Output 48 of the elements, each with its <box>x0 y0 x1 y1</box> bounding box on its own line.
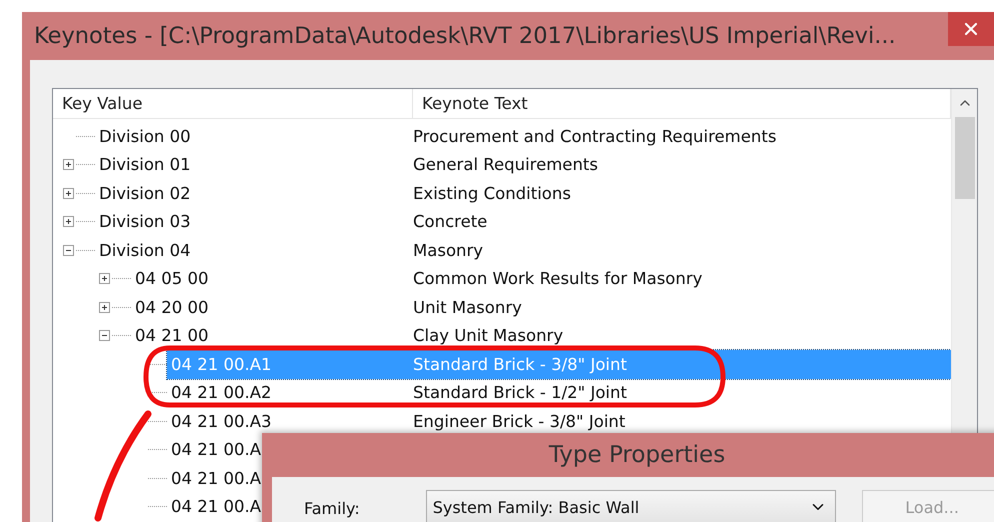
key-value: Division 01 <box>99 155 191 174</box>
expand-toggle[interactable] <box>63 159 74 170</box>
column-header[interactable]: Key Value <box>53 89 413 119</box>
expand-toggle[interactable] <box>63 188 74 199</box>
key-value: Division 02 <box>99 184 191 203</box>
keynote-text: Standard Brick - 3/8" Joint <box>413 354 627 374</box>
tree-row[interactable]: Division 01 General Requirements <box>95 150 951 179</box>
expand-toggle[interactable] <box>63 244 74 256</box>
keynote-text: Standard Brick - 1/2" Joint <box>413 383 627 402</box>
column-header[interactable]: Keynote Text <box>413 89 951 119</box>
dialog-title: Type Properties <box>548 441 726 470</box>
key-value: 04 21 00.A2 <box>171 383 272 402</box>
key-value: Division 00 <box>99 126 191 146</box>
expand-toggle[interactable] <box>99 273 110 284</box>
keynote-text: Clay Unit Masonry <box>413 326 564 346</box>
tree-row[interactable]: 04 20 00 Unit Masonry <box>131 293 951 322</box>
tree-row[interactable]: 04 21 00.A3 Engineer Brick - 3/8" Joint <box>167 407 951 436</box>
key-value: Division 04 <box>99 240 191 260</box>
tree-row[interactable]: Division 00 Procurement and Contracting Requirements <box>95 122 951 150</box>
expand-toggle[interactable] <box>99 302 110 313</box>
keynote-text: Unit Masonry <box>413 298 522 317</box>
tree-row[interactable]: 04 21 00 Clay Unit Masonry <box>131 322 951 350</box>
family-dropdown[interactable]: System Family: Basic Wall <box>426 490 836 522</box>
close-button[interactable] <box>948 12 994 46</box>
keynote-text: General Requirements <box>413 155 598 174</box>
keynote-text: Existing Conditions <box>413 184 571 203</box>
key-value: 04 05 00 <box>135 269 208 288</box>
tree-row[interactable]: Division 04 Masonry <box>95 236 951 264</box>
tree-row[interactable]: Division 03 Concrete <box>95 208 951 236</box>
key-value: 04 21 00 <box>135 326 208 346</box>
keynote-text: Masonry <box>413 240 484 260</box>
expand-toggle[interactable] <box>63 216 74 228</box>
tree-row[interactable]: 04 05 00 Common Work Results for Masonry <box>131 264 951 293</box>
keynote-text: Engineer Brick - 3/8" Joint <box>413 412 626 431</box>
key-value: 04 21 00.A3 <box>171 412 272 431</box>
tree-row[interactable]: Division 02 Existing Conditions <box>95 179 951 208</box>
keynote-text: Concrete <box>413 212 488 232</box>
expand-toggle[interactable] <box>99 330 110 342</box>
key-value: 04 21 00.A <box>171 468 262 488</box>
scroll-thumb[interactable] <box>954 117 974 199</box>
family-label: Family: <box>304 498 360 518</box>
key-value: 04 21 00.A1 <box>171 354 272 374</box>
tree-row[interactable]: 04 21 00.A2 Standard Brick - 1/2" Joint <box>167 378 951 407</box>
key-value: 04 20 00 <box>135 298 208 317</box>
key-value: Division 03 <box>99 212 191 232</box>
keynote-text: Procurement and Contracting Requirements <box>413 126 776 146</box>
keynote-text: Common Work Results for Masonry <box>413 269 702 288</box>
window-title: Keynotes - [C:\ProgramData\Autodesk\RVT 2017\Libraries\US Imperial\Revi... <box>33 23 896 49</box>
